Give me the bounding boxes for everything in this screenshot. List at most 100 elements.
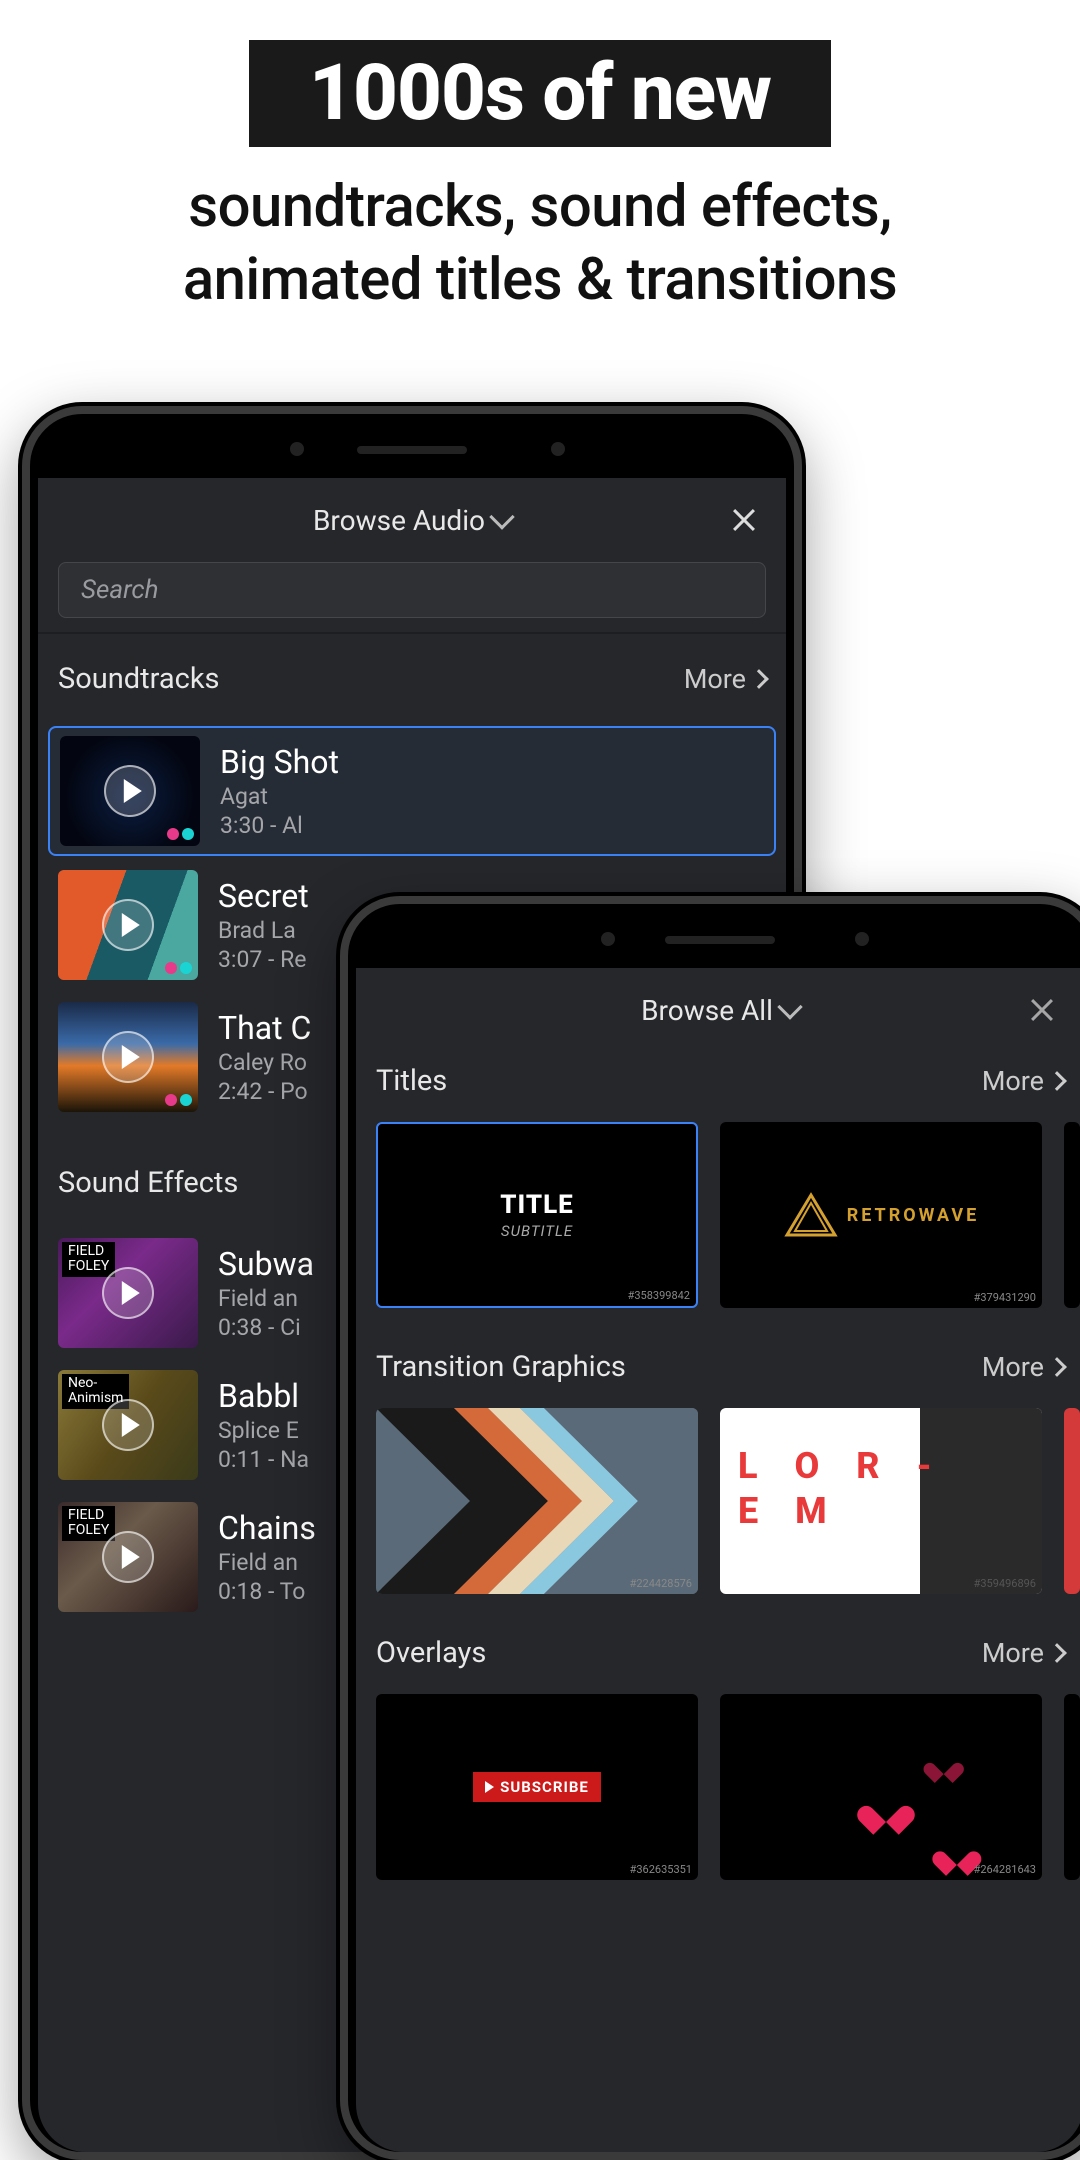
section-title: Sound Effects xyxy=(58,1166,238,1200)
more-button[interactable]: More xyxy=(982,1065,1064,1097)
pack-badge: FIELD FOLEY xyxy=(62,1506,115,1541)
track-meta: Chains Field an 0:18 - To xyxy=(218,1509,316,1605)
asset-id: #224428576 xyxy=(630,1577,692,1590)
title-card[interactable]: TITLE SUBTITLE #358399842 xyxy=(376,1122,698,1308)
track-artist: Splice E xyxy=(218,1417,309,1444)
overlay-card[interactable]: #264281643 xyxy=(720,1694,1042,1880)
asset-id: #359496896 xyxy=(974,1577,1036,1590)
device-camera xyxy=(601,932,615,946)
track-title: Babbl xyxy=(218,1377,309,1415)
title-card[interactable]: RETROWAVE #379431290 xyxy=(720,1122,1042,1308)
track-meta: Secret Brad La 3:07 - Re xyxy=(218,877,309,973)
heart-icon xyxy=(931,1754,955,1775)
play-icon[interactable] xyxy=(102,1399,154,1451)
marketing-header: 1000s of new soundtracks, sound effects,… xyxy=(0,0,1080,316)
track-title: Secret xyxy=(218,877,309,915)
track-meta: Babbl Splice E 0:11 - Na xyxy=(218,1377,309,1473)
transition-card-peek[interactable] xyxy=(1064,1408,1080,1594)
headline-highlight: 1000s of new xyxy=(249,40,831,147)
play-icon[interactable] xyxy=(102,1267,154,1319)
track-info: 0:18 - To xyxy=(218,1578,316,1605)
track-row[interactable]: Big Shot Agat 3:30 - Al xyxy=(48,726,776,856)
title-card-peek[interactable] xyxy=(1064,1122,1080,1308)
section-title: Soundtracks xyxy=(58,662,219,696)
provider-dots xyxy=(165,1094,192,1106)
chevron-graphic-icon xyxy=(376,1408,698,1594)
section-header-titles: Titles More xyxy=(356,1052,1080,1122)
device-sensor xyxy=(551,442,565,456)
track-title: That C xyxy=(218,1009,311,1047)
more-label: More xyxy=(684,663,746,695)
track-thumbnail: FIELD FOLEY xyxy=(58,1502,198,1612)
play-icon[interactable] xyxy=(102,899,154,951)
section-header-transitions: Transition Graphics More xyxy=(356,1322,1080,1408)
section-header-overlays: Overlays More xyxy=(356,1608,1080,1694)
device-camera xyxy=(290,442,304,456)
overlay-card[interactable]: SUBSCRIBE #362635351 xyxy=(376,1694,698,1880)
track-thumbnail xyxy=(58,1002,198,1112)
chevron-down-icon xyxy=(777,994,802,1019)
overlays-row: SUBSCRIBE #362635351 #264281643 xyxy=(356,1694,1080,1894)
more-label: More xyxy=(982,1351,1044,1383)
subscribe-button-icon: SUBSCRIBE xyxy=(473,1772,601,1802)
pack-badge: FIELD FOLEY xyxy=(62,1242,115,1277)
more-label: More xyxy=(982,1637,1044,1669)
track-info: 3:07 - Re xyxy=(218,946,309,973)
asset-id: #362635351 xyxy=(630,1863,692,1876)
track-meta: Subwa Field an 0:38 - Ci xyxy=(218,1245,314,1341)
titles-row: TITLE SUBTITLE #358399842 RETROWAVE #379… xyxy=(356,1122,1080,1322)
device-sensor xyxy=(855,932,869,946)
track-info: 2:42 - Po xyxy=(218,1078,311,1105)
overlay-card-peek[interactable] xyxy=(1064,1694,1080,1880)
play-icon[interactable] xyxy=(102,1031,154,1083)
track-artist: Field an xyxy=(218,1285,314,1312)
track-thumbnail xyxy=(60,736,200,846)
search-input[interactable]: Search xyxy=(58,562,766,618)
search-placeholder: Search xyxy=(81,575,158,605)
more-label: More xyxy=(982,1065,1044,1097)
chevron-right-icon xyxy=(749,669,769,689)
track-info: 0:38 - Ci xyxy=(218,1314,314,1341)
track-thumbnail xyxy=(58,870,198,980)
retrowave-text: RETROWAVE xyxy=(847,1205,980,1226)
play-icon[interactable] xyxy=(102,1531,154,1583)
chevron-down-icon xyxy=(489,504,514,529)
browse-all-label: Browse All xyxy=(641,994,773,1027)
browse-all-dropdown[interactable]: Browse All xyxy=(356,968,1080,1052)
screen-graphics: Browse All Titles More TITLE SUBTITLE #3… xyxy=(356,968,1080,2152)
more-button[interactable]: More xyxy=(982,1637,1064,1669)
lorem-text: L O R - E M xyxy=(738,1444,946,1534)
chevron-right-icon xyxy=(1047,1643,1067,1663)
transition-card[interactable]: #224428576 xyxy=(376,1408,698,1594)
track-title: Chains xyxy=(218,1509,316,1547)
asset-id: #358399842 xyxy=(628,1289,690,1302)
section-title: Transition Graphics xyxy=(376,1350,626,1384)
asset-id: #379431290 xyxy=(974,1291,1036,1304)
heart-icon xyxy=(868,1794,902,1824)
more-button[interactable]: More xyxy=(982,1351,1064,1383)
track-meta: Big Shot Agat 3:30 - Al xyxy=(220,743,339,839)
subscribe-label: SUBSCRIBE xyxy=(500,1778,589,1796)
track-artist: Agat xyxy=(220,783,339,810)
close-icon[interactable] xyxy=(1028,996,1056,1024)
track-title: Subwa xyxy=(218,1245,314,1283)
track-info: 3:30 - Al xyxy=(220,812,339,839)
track-meta: That C Caley Ro 2:42 - Po xyxy=(218,1009,311,1105)
play-icon[interactable] xyxy=(104,765,156,817)
browse-audio-dropdown[interactable]: Browse Audio xyxy=(38,478,786,562)
section-title: Overlays xyxy=(376,1636,486,1670)
title-text: TITLE xyxy=(500,1190,574,1220)
close-icon[interactable] xyxy=(730,506,758,534)
device-speaker xyxy=(357,446,467,454)
more-button[interactable]: More xyxy=(684,663,766,695)
transition-card[interactable]: L O R - E M #359496896 xyxy=(720,1408,1042,1594)
device-speaker xyxy=(665,936,775,944)
track-thumbnail: Neo- Animism xyxy=(58,1370,198,1480)
track-title: Big Shot xyxy=(220,743,339,781)
section-title: Titles xyxy=(376,1064,447,1098)
device-frame-graphics: Browse All Titles More TITLE SUBTITLE #3… xyxy=(340,896,1080,2160)
triangle-icon xyxy=(783,1191,839,1239)
provider-dots xyxy=(167,828,194,840)
heart-icon xyxy=(942,1841,971,1867)
chevron-right-icon xyxy=(1047,1071,1067,1091)
